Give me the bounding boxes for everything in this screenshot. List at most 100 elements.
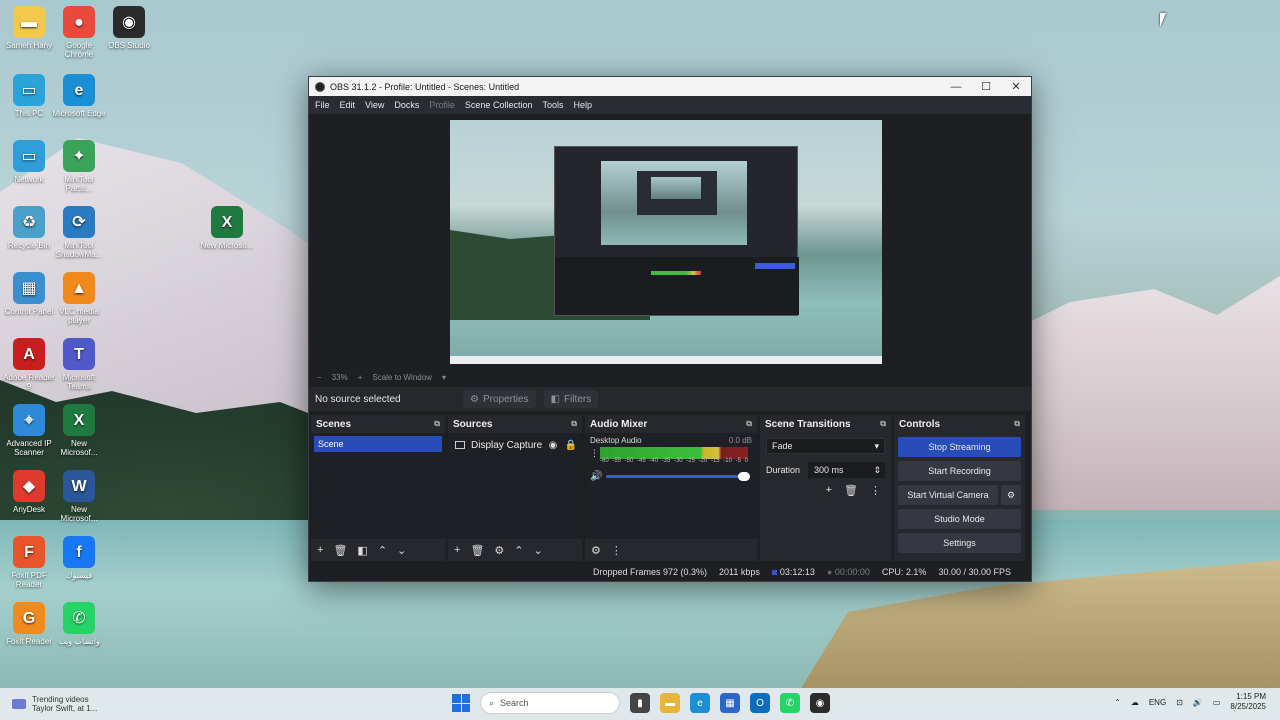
desktop-icon[interactable]: W New Microsof... [52,470,106,523]
desktop-icon[interactable]: ⌖ Advanced IP Scanner [2,404,56,457]
add-source-icon[interactable]: + [454,544,460,556]
remove-scene-icon[interactable]: 🗑 [333,544,347,557]
menu-scene-collection[interactable]: Scene Collection [465,100,533,110]
desktop-icon[interactable]: ✆ واتساب ويب [52,602,106,646]
stop-streaming-button[interactable]: Stop Streaming [898,437,1021,457]
menu-help[interactable]: Help [573,100,592,110]
menu-edit[interactable]: Edit [340,100,356,110]
preview-taskbar [450,356,882,364]
edge-icon[interactable]: e [690,693,710,713]
settings-button[interactable]: Settings [898,533,1021,553]
desktop-icon[interactable]: ♻ Recycle Bin [2,206,56,250]
news-widget[interactable]: Trending videos Taylor Swift, at 1... [0,695,300,713]
transition-select[interactable]: Fade ▾ [766,438,885,454]
start-virtual-camera-button[interactable]: Start Virtual Camera [898,485,998,505]
menu-file[interactable]: File [315,100,330,110]
desktop-icon[interactable]: X New Microso... [200,206,254,250]
desktop-icon[interactable]: ▲ VLC media player [52,272,106,325]
desktop-icon[interactable]: ⟳ MiniTool ShadowMa... [52,206,106,259]
desktop-icon[interactable]: T Microsoft Teams [52,338,106,391]
desktop-icon[interactable]: A Adobe Reader 9 [2,338,56,391]
start-button[interactable] [452,694,470,712]
menu-docks[interactable]: Docks [394,100,419,110]
desktop-icon[interactable]: G Foxit Reader [2,602,56,646]
file-explorer-icon[interactable]: ▬ [660,693,680,713]
network-icon[interactable]: ⊡ [1176,698,1183,707]
obs-taskbar-icon[interactable]: ◉ [810,693,830,713]
menu-view[interactable]: View [365,100,384,110]
desktop-icon[interactable]: f فيسبوك [52,536,106,580]
desktop-icon[interactable]: ● Google Chrome [52,6,106,59]
undock-icon[interactable]: ⧉ [1014,419,1020,429]
scene-filter-icon[interactable]: ◧ [357,544,367,557]
volume-slider-handle[interactable] [738,472,751,481]
undock-icon[interactable]: ⧉ [880,419,886,429]
transition-menu-icon[interactable]: ⋮ [870,484,881,497]
zoom-out-button[interactable]: − [317,373,322,382]
menu-profile[interactable]: Profile [429,100,455,110]
preview-nested-button [755,263,795,269]
menu-tools[interactable]: Tools [542,100,563,110]
outlook-icon[interactable]: O [750,693,770,713]
store-icon[interactable]: ▦ [720,693,740,713]
channel-menu-icon[interactable]: ⋮ [590,448,599,459]
taskbar-search[interactable]: ⌕ Search [480,692,620,714]
program-preview[interactable] [450,120,882,364]
mixer-settings-icon[interactable]: ⚙ [591,544,601,557]
mixer-menu-icon[interactable]: ⋮ [611,544,622,557]
undock-icon[interactable]: ⧉ [434,419,440,429]
lock-icon[interactable]: 🔒 [564,440,578,451]
move-up-icon[interactable]: ⌃ [514,544,523,557]
speaker-icon[interactable]: 🔊 [590,471,602,482]
language-indicator[interactable]: ENG [1149,698,1166,707]
desktop-icon-label: Foxit Reader [6,637,52,646]
undock-icon[interactable]: ⧉ [571,419,577,429]
desktop-icon[interactable]: ◆ AnyDesk [2,470,56,514]
maximize-button[interactable]: ☐ [971,77,1001,96]
scale-to-window[interactable]: Scale to Window [372,373,432,382]
desktop-icon[interactable]: F Foxit PDF Reader [2,536,56,589]
zoom-dropdown-icon[interactable]: ▾ [442,373,446,382]
desktop-icon[interactable]: X New Microsof... [52,404,106,457]
volume-icon[interactable]: 🔊 [1193,698,1203,707]
chevron-up-icon[interactable]: ⌃ [1114,698,1121,707]
move-up-icon[interactable]: ⌃ [378,544,387,557]
start-recording-button[interactable]: Start Recording [898,461,1021,481]
cloud-icon[interactable]: ☁ [1131,698,1139,707]
source-settings-icon[interactable]: ⚙ [494,544,504,557]
clock[interactable]: 1:15 PM 8/25/2025 [1230,692,1266,712]
filters-button[interactable]: ◧ Filters [543,390,599,408]
battery-icon[interactable]: ▭ [1213,698,1221,707]
studio-mode-button[interactable]: Studio Mode [898,509,1021,529]
remove-source-icon[interactable]: 🗑 [470,544,484,557]
preview-area[interactable] [309,114,1031,371]
remove-transition-icon[interactable]: 🗑 [844,484,858,497]
spin-icon[interactable]: ⇕ [873,465,881,476]
minimize-button[interactable]: — [941,77,971,96]
add-transition-icon[interactable]: + [826,484,832,497]
close-button[interactable]: ✕ [1001,77,1031,96]
desktop-icon[interactable]: ▬ Sameh Hany [2,6,56,50]
scene-item[interactable]: Scene [314,436,442,452]
move-down-icon[interactable]: ⌄ [534,544,543,557]
zoom-in-button[interactable]: + [358,373,363,382]
desktop-icon[interactable]: ▭ This PC [2,74,56,118]
source-item[interactable]: Display Capture ◉ 🔒 [448,436,582,454]
desktop-icon[interactable]: ▭ Network [2,140,56,184]
undock-icon[interactable]: ⧉ [746,419,752,429]
eye-icon[interactable]: ◉ [546,440,560,451]
task-view-icon[interactable]: ▮ [630,693,650,713]
whatsapp-icon[interactable]: ✆ [780,693,800,713]
desktop-icon[interactable]: ✦ MiniTool Partiti... [52,140,106,193]
desktop-icon[interactable]: ▦ Control Panel [2,272,56,316]
desktop-app-icon: ⟳ [63,206,95,238]
move-down-icon[interactable]: ⌄ [397,544,406,557]
volume-slider[interactable] [606,472,751,481]
add-scene-icon[interactable]: + [317,544,323,556]
desktop-icon[interactable]: ◉ OBS Studio [102,6,156,50]
desktop-icon[interactable]: e Microsoft Edge [52,74,106,118]
duration-input[interactable]: 300 ms ⇕ [808,462,885,478]
gear-icon[interactable]: ⚙ [1001,485,1021,505]
record-icon: ● [826,567,833,577]
properties-button[interactable]: ⚙ Properties [463,390,536,408]
